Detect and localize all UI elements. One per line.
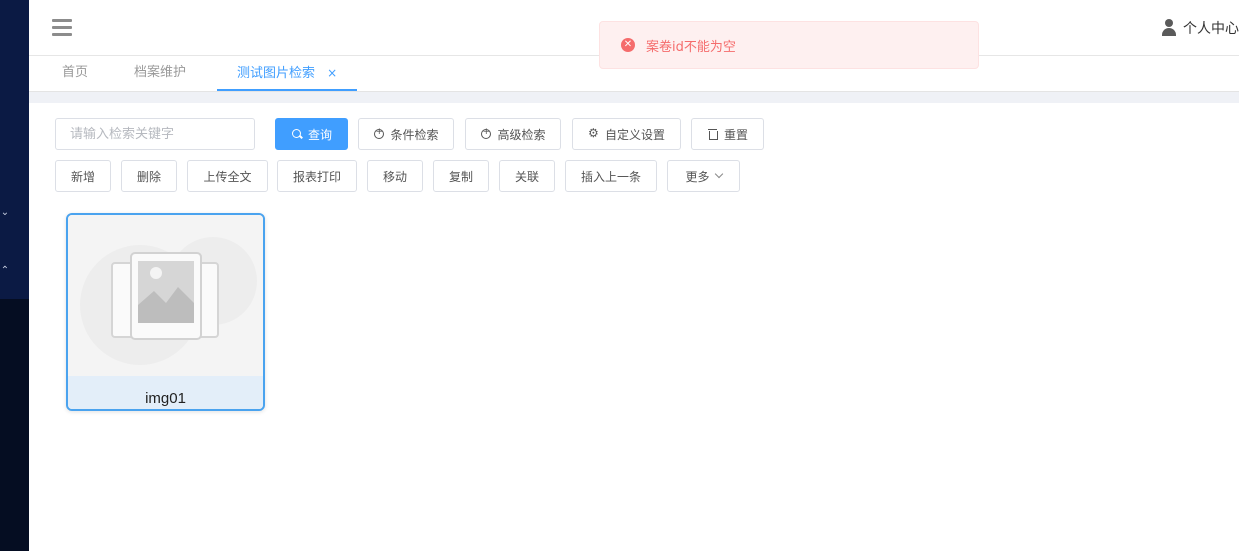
reset-button[interactable]: 重置 bbox=[691, 118, 764, 150]
query-label: 查询 bbox=[307, 127, 332, 142]
user-icon bbox=[1161, 19, 1177, 37]
add-button[interactable]: 新增 bbox=[55, 160, 111, 192]
delete-button[interactable]: 删除 bbox=[121, 160, 177, 192]
insert-previous-label: 插入上一条 bbox=[580, 169, 641, 184]
error-icon: ✕ bbox=[621, 38, 635, 52]
search-input[interactable] bbox=[55, 118, 255, 150]
delete-label: 删除 bbox=[136, 169, 161, 184]
tab-label: 测试图片检索 bbox=[237, 66, 316, 81]
condition-search-button[interactable]: 条件检索 bbox=[358, 118, 454, 150]
chevron-down-icon bbox=[714, 169, 723, 179]
zoom-in-icon bbox=[373, 126, 385, 140]
report-print-button[interactable]: 报表打印 bbox=[277, 160, 357, 192]
user-center-label: 个人中心 bbox=[1183, 21, 1239, 37]
chevron-up-icon[interactable]: ⌃ bbox=[0, 264, 10, 278]
image-placeholder bbox=[68, 215, 263, 376]
sidebar-footer bbox=[0, 299, 29, 551]
menu-toggle-icon[interactable] bbox=[52, 19, 72, 36]
add-label: 新增 bbox=[70, 169, 95, 184]
chevron-down-icon[interactable]: ⌄ bbox=[0, 206, 10, 220]
error-toast: ✕ 案卷id不能为空 bbox=[599, 21, 979, 69]
more-dropdown[interactable]: 更多 bbox=[667, 160, 740, 192]
search-icon bbox=[291, 128, 303, 140]
insert-previous-button[interactable]: 插入上一条 bbox=[565, 160, 657, 192]
query-button[interactable]: 查询 bbox=[275, 118, 348, 150]
tab-archive-maintenance[interactable]: 档案维护 bbox=[134, 56, 186, 91]
advanced-search-button[interactable]: 高级检索 bbox=[465, 118, 561, 150]
advanced-search-label: 高级检索 bbox=[497, 127, 546, 142]
user-center[interactable]: 个人中心 bbox=[1161, 17, 1239, 39]
reset-label: 重置 bbox=[723, 127, 748, 142]
copy-button[interactable]: 复制 bbox=[433, 160, 489, 192]
content-gap bbox=[29, 92, 1239, 103]
zoom-in-icon bbox=[480, 126, 492, 140]
tab-home[interactable]: 首页 bbox=[62, 56, 88, 91]
main-panel: 查询 条件检索 高级检索 自定义设置 重置 新增 删除 上传全文 报表打印 移动… bbox=[41, 103, 1239, 551]
custom-settings-label: 自定义设置 bbox=[604, 127, 665, 142]
tab-test-image-search[interactable]: 测试图片检索 × bbox=[217, 56, 358, 91]
image-card-name: img01 bbox=[68, 376, 263, 409]
image-placeholder-icon bbox=[80, 237, 257, 365]
report-print-label: 报表打印 bbox=[292, 169, 341, 184]
link-button[interactable]: 关联 bbox=[499, 160, 555, 192]
upload-full-text-label: 上传全文 bbox=[203, 169, 252, 184]
condition-search-label: 条件检索 bbox=[390, 127, 439, 142]
more-label: 更多 bbox=[685, 169, 710, 184]
link-label: 关联 bbox=[514, 169, 539, 184]
upload-full-text-button[interactable]: 上传全文 bbox=[187, 160, 268, 192]
tab-label: 档案维护 bbox=[134, 65, 187, 80]
tab-label: 首页 bbox=[62, 65, 89, 80]
toast-message: 案卷id不能为空 bbox=[646, 39, 736, 55]
custom-settings-button[interactable]: 自定义设置 bbox=[572, 118, 681, 150]
gear-icon bbox=[588, 126, 600, 140]
move-button[interactable]: 移动 bbox=[367, 160, 423, 192]
copy-label: 复制 bbox=[448, 169, 473, 184]
image-card[interactable]: img01 bbox=[66, 213, 265, 411]
tab-close-icon[interactable]: × bbox=[327, 66, 337, 80]
move-label: 移动 bbox=[382, 169, 407, 184]
trash-icon bbox=[707, 128, 719, 140]
sidebar: ⌄ ⌃ bbox=[0, 0, 29, 551]
